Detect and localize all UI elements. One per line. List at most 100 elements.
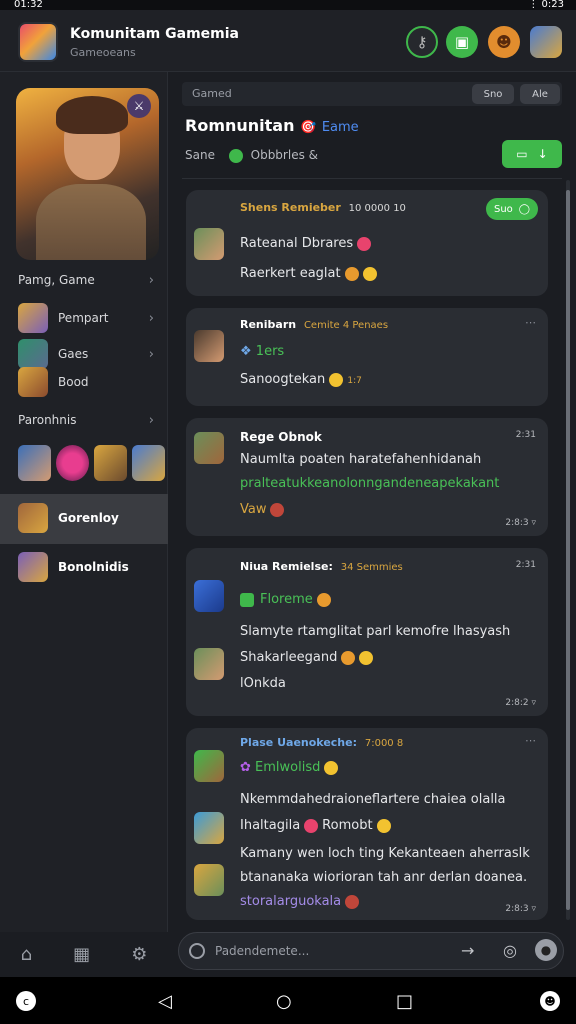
hero-hair	[56, 96, 128, 134]
home-circle-icon[interactable]: ○	[276, 991, 292, 1012]
user-avatar[interactable]	[194, 432, 224, 464]
user-avatar[interactable]	[194, 580, 224, 612]
face-icon[interactable]: ☻	[488, 26, 520, 58]
home-icon[interactable]: ⌂	[21, 944, 32, 965]
mic-icon[interactable]: ●	[535, 939, 557, 961]
message-card[interactable]: Rege Obnok 2:31 Naumlta poaten haratefah…	[186, 418, 548, 536]
message-text: Slamyte rtamglitat parl kemofre lhasyash	[240, 624, 511, 639]
action-button[interactable]: ▭ ↓	[502, 140, 562, 168]
sidebar-item-gorenloy[interactable]: Gorenloy	[18, 502, 158, 534]
scrollbar-thumb[interactable]	[566, 190, 570, 910]
emoji-button-icon[interactable]	[189, 943, 205, 959]
message-text: Emlwolisd	[255, 760, 321, 775]
more-icon[interactable]: ⋯	[525, 316, 536, 329]
message-card[interactable]: Shens Remieber 10 0000 10 Suo ◯ Rateanal…	[186, 190, 548, 296]
thumb-avatar[interactable]	[132, 445, 165, 481]
message-meta: 7:000 8	[364, 738, 404, 749]
message-composer[interactable]: Padendemete... → ◎ ●	[178, 932, 564, 970]
message-author: Shens Remieber 10 0000 10	[240, 201, 406, 214]
emoji-icon	[324, 760, 339, 775]
user-avatar[interactable]	[194, 864, 224, 896]
message-time-2: 2:8:2 ▿	[505, 698, 536, 708]
sidebar-item-bonolnidis[interactable]: Bonolnidis	[18, 551, 158, 583]
user-avatar[interactable]	[194, 228, 224, 260]
message-author: Renibarn Cemite 4 Penaes	[240, 318, 388, 331]
message-card[interactable]: Renibarn Cemite 4 Penaes ⋯ ❖ 1ers Sanoog…	[186, 308, 548, 406]
message-meta: Cemite 4 Penaes	[303, 320, 389, 331]
emoji-icon	[345, 894, 360, 909]
gorenloy-icon	[18, 503, 48, 533]
thumb-avatar[interactable]	[94, 445, 127, 481]
system-app-icon[interactable]: ☻	[540, 991, 560, 1011]
message-text: Sanoogtekan	[240, 372, 326, 387]
app-bar: Komunitam Gamemia Gameoeans ⚷ ▣ ☻	[0, 10, 576, 72]
emoji-icon	[316, 592, 331, 607]
emoji-icon	[341, 650, 356, 665]
search-bar[interactable]: Gamed Sno Ale	[182, 82, 562, 106]
user-avatar[interactable]	[194, 648, 224, 680]
message-line: lOnkda	[240, 676, 286, 691]
composer-placeholder: Padendemete...	[215, 944, 310, 958]
emoji-icon	[344, 266, 359, 281]
emoji-icon	[376, 818, 391, 833]
message-meta: 34 Semmies	[340, 562, 403, 573]
status-right: ⋮ 0:23	[528, 0, 564, 10]
recents-icon[interactable]: □	[396, 991, 413, 1012]
camera-icon[interactable]: ◎	[503, 941, 517, 960]
sidebar-item-game[interactable]: Pamg, Game ›	[18, 270, 158, 290]
sidebar-item-bood[interactable]: Bood	[18, 367, 158, 397]
sidebar-item-label: Gaes	[58, 347, 89, 361]
message-line: ❖ 1ers	[240, 344, 284, 359]
system-c-icon[interactable]: c	[16, 991, 36, 1011]
community-title: Romnunitan 🎯 Eame	[185, 116, 359, 135]
video-icon[interactable]: ▣	[446, 26, 478, 58]
message-text: Floreme	[260, 592, 313, 607]
thumb-avatar[interactable]	[18, 445, 51, 481]
message-text: Romobt	[322, 818, 373, 833]
app-subtitle: Gameoeans	[70, 46, 136, 59]
author-name: Shens Remieber	[240, 201, 341, 214]
sidebar-item-label: Gorenloy	[58, 511, 119, 525]
send-icon[interactable]: →	[461, 941, 474, 960]
message-text: pralteatukkeanolonngandeneapekakant	[240, 476, 500, 491]
user-avatar[interactable]	[194, 750, 224, 782]
message-time-2: 2:8:3 ▿	[505, 518, 536, 528]
user-avatar[interactable]	[194, 330, 224, 362]
message-line: Ihaltagila Romobt	[240, 818, 391, 833]
lock-icon[interactable]: ⚷	[406, 26, 438, 58]
author-name: Plase Uaenokeche:	[240, 736, 357, 749]
subtitle-text-2: Obbbrles &	[250, 148, 318, 162]
message-text: Ihaltagila	[240, 818, 301, 833]
message-time: 1:7	[347, 376, 362, 386]
app-logo[interactable]	[18, 22, 58, 62]
title-text: Romnunitan	[185, 116, 295, 135]
avatar[interactable]	[530, 26, 562, 58]
settings-icon[interactable]: ⚙	[131, 944, 147, 965]
message-text: Nkemmdahedraioneflartere chaiea olalla	[240, 792, 506, 807]
sidebar-item-paronhnis[interactable]: Paronhnis ›	[18, 410, 158, 430]
search-pill-2[interactable]: Ale	[520, 84, 560, 104]
sidebar-item-label: Paronhnis	[18, 413, 77, 427]
message-time-text: 2:8:3	[505, 518, 529, 528]
thumb-avatar[interactable]	[56, 445, 89, 481]
sword-icon[interactable]: ⚔	[127, 94, 151, 118]
message-card[interactable]: Niua Remielse: 34 Semmies 2:31 Floreme S…	[186, 548, 548, 716]
message-time-2: 2:8:3 ▿	[505, 904, 536, 914]
hero-image[interactable]: ⚔	[16, 88, 159, 260]
message-line: pralteatukkeanolonngandeneapekakant	[240, 476, 499, 491]
more-icon[interactable]: ⋯	[525, 734, 536, 747]
user-avatar[interactable]	[194, 812, 224, 844]
circle-icon: ◯	[518, 203, 530, 215]
search-pill[interactable]: Sno	[472, 84, 514, 104]
status-pill[interactable]: Suo ◯	[486, 198, 538, 220]
sidebar-item-gaes[interactable]: Gaes ›	[18, 339, 158, 369]
sidebar-item-pempart[interactable]: Pempart ›	[18, 302, 158, 334]
back-icon[interactable]: ◁	[158, 991, 172, 1012]
grid-icon[interactable]: ▦	[73, 944, 90, 965]
message-card[interactable]: Plase Uaenokeche: 7:000 8 ⋯ ✿ Emlwolisd …	[186, 728, 548, 920]
hero-armor	[36, 184, 146, 260]
chevron-right-icon: ›	[148, 310, 154, 326]
message-line: Shakarleegand	[240, 650, 374, 665]
gaes-icon	[18, 339, 48, 369]
pempart-icon	[18, 303, 48, 333]
